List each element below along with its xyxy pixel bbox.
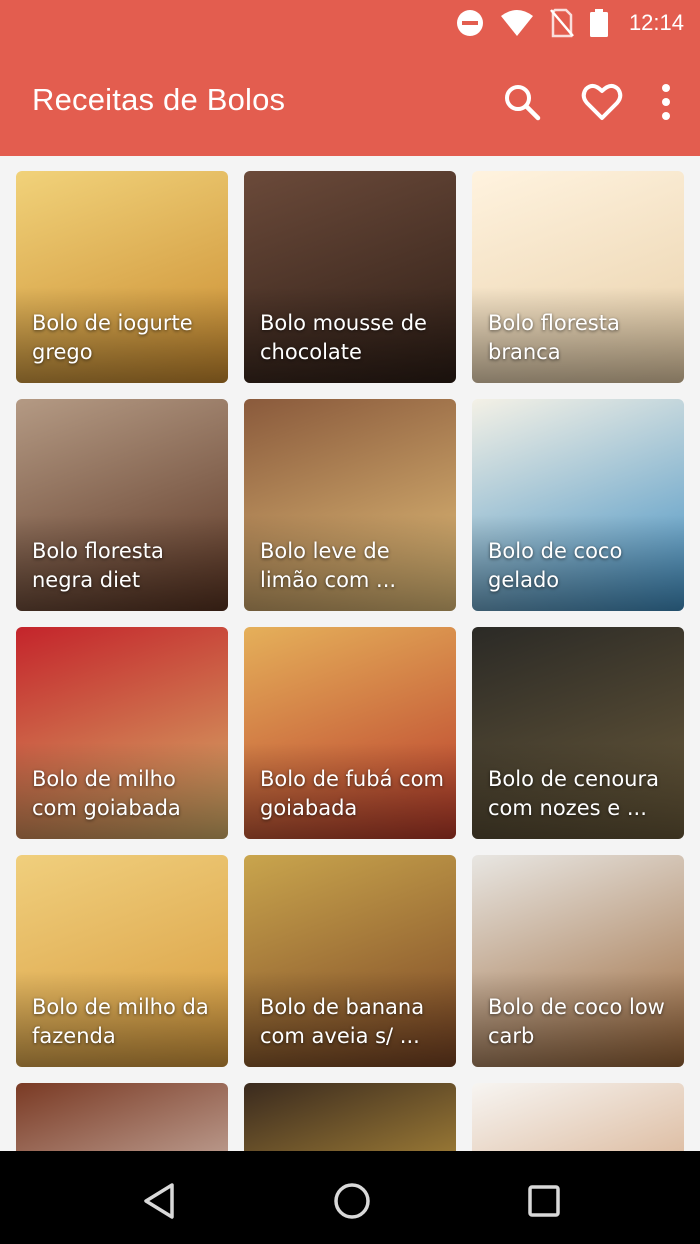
recipe-title: Bolo de iogurte grego xyxy=(32,311,193,364)
status-time: 12:14 xyxy=(628,10,684,35)
recipe-title: Bolo de cenoura com nozes e ... xyxy=(488,767,659,820)
back-button[interactable] xyxy=(136,1179,180,1223)
recipe-image xyxy=(244,1083,456,1151)
recipe-card[interactable]: Bolo de fubá com goiabada xyxy=(244,627,456,839)
navigation-bar xyxy=(0,1151,700,1244)
search-button[interactable] xyxy=(492,78,552,126)
do-not-disturb-icon xyxy=(456,10,483,36)
recipe-title: Bolo de coco gelado xyxy=(488,539,623,592)
recipe-card[interactable]: Bolo de milho com goiabada xyxy=(16,627,228,839)
recipe-card[interactable]: Bolo de cenoura com nozes e ... xyxy=(472,627,684,839)
app-bar-actions xyxy=(472,78,680,126)
search-icon xyxy=(505,85,541,121)
recipe-title: Bolo floresta branca xyxy=(488,311,620,364)
recipe-card[interactable]: Bolo de banana com aveia s/ ... xyxy=(244,855,456,1067)
recipe-title: Bolo de fubá com goiabada xyxy=(260,767,444,820)
recipe-title: Bolo floresta negra diet xyxy=(32,539,164,592)
back-icon xyxy=(144,1183,174,1219)
recipe-card[interactable]: Bolo de milho da fazenda xyxy=(16,855,228,1067)
home-icon xyxy=(334,1183,370,1219)
more-vert-icon xyxy=(662,84,670,120)
recipe-title: Bolo leve de limão com ... xyxy=(260,539,397,592)
recipe-card[interactable]: Bolo floresta negra diet xyxy=(16,399,228,611)
status-bar: 12:14 xyxy=(0,0,700,48)
favorites-button[interactable] xyxy=(572,78,632,126)
recipe-card[interactable]: Bolo de iogurte grego xyxy=(16,171,228,383)
recipe-card[interactable]: Bolo leve de limão com ... xyxy=(244,399,456,611)
recents-icon xyxy=(528,1185,560,1217)
recipe-card[interactable]: Bolo mousse de chocolate xyxy=(244,171,456,383)
recipe-card[interactable]: Bolo de coco low carb xyxy=(472,855,684,1067)
recipe-title: Bolo de banana com aveia s/ ... xyxy=(260,995,425,1048)
app-bar: Receitas de Bolos xyxy=(0,48,700,156)
recipe-card[interactable] xyxy=(244,1083,456,1151)
app-title: Receitas de Bolos xyxy=(32,82,286,117)
recipe-title: Bolo de milho com goiabada xyxy=(32,767,181,820)
recipe-image xyxy=(16,1083,228,1151)
recipe-card[interactable] xyxy=(472,1083,684,1151)
recipe-title: Bolo mousse de chocolate xyxy=(260,311,427,364)
recipe-card[interactable]: Bolo floresta branca xyxy=(472,171,684,383)
recents-button[interactable] xyxy=(522,1179,566,1223)
no-sim-icon xyxy=(549,8,574,38)
home-button[interactable] xyxy=(330,1179,374,1223)
recipe-title: Bolo de coco low carb xyxy=(488,995,665,1048)
heart-icon xyxy=(581,84,623,120)
wifi-icon xyxy=(500,10,533,36)
recipe-title: Bolo de milho da fazenda xyxy=(32,995,209,1048)
status-icons: 12:14 xyxy=(455,8,684,38)
recipe-grid: Bolo de iogurte grego Bolo mousse de choc… xyxy=(16,171,684,1151)
battery-icon xyxy=(589,9,608,37)
recipe-card[interactable]: Bolo de coco gelado xyxy=(472,399,684,611)
more-options-button[interactable] xyxy=(652,78,680,126)
recipe-image xyxy=(472,1083,684,1151)
recipe-card[interactable] xyxy=(16,1083,228,1151)
